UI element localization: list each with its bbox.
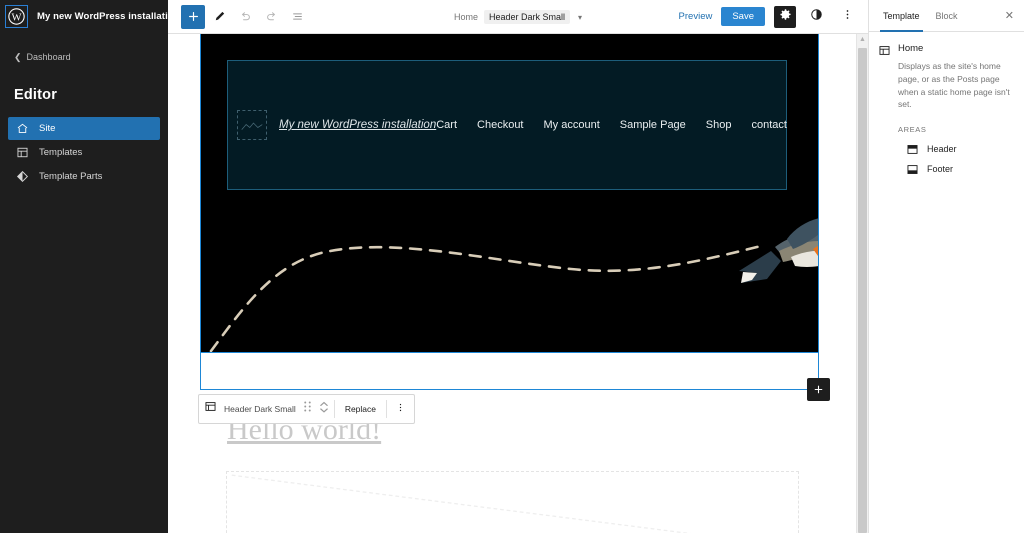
redo-button[interactable] <box>259 5 283 29</box>
settings-button[interactable] <box>774 5 796 28</box>
template-name: Home <box>898 43 924 54</box>
canvas-scrollbar[interactable]: ▲ <box>856 34 868 533</box>
nav-item-shop[interactable]: Shop <box>706 119 732 131</box>
top-bar-left-tools <box>168 4 309 29</box>
sidebar-section-title: Editor <box>14 87 58 103</box>
contrast-icon <box>810 8 823 26</box>
site-navigation: Cart Checkout My account Sample Page Sho… <box>436 119 787 131</box>
sidebar-item-site[interactable]: Site <box>8 117 160 140</box>
area-label: Footer <box>927 164 954 174</box>
block-toolbar: Header Dark Small Replace <box>198 394 415 424</box>
kebab-menu-icon <box>841 8 854 26</box>
site-editor-app: W My new WordPress installation ❮ Dashbo… <box>0 0 1024 533</box>
kebab-menu-icon <box>395 400 406 418</box>
template-description: Displays as the site's home page, or as … <box>898 61 1010 110</box>
svg-text:W: W <box>11 12 21 23</box>
sidebar-dashboard-label: Dashboard <box>26 52 71 62</box>
breadcrumb-home[interactable]: Home <box>454 12 478 22</box>
replace-button[interactable]: Replace <box>335 395 386 423</box>
options-menu-button[interactable] <box>836 6 858 28</box>
sidebar-item-template-parts[interactable]: Template Parts <box>8 165 160 188</box>
sidebar-item-label: Templates <box>39 147 83 158</box>
settings-inspector-panel: Template Block ✕ Home Displays as the si… <box>868 0 1024 533</box>
block-options-button[interactable] <box>387 395 414 423</box>
close-icon[interactable]: ✕ <box>1005 9 1018 22</box>
header-bird-illustration <box>201 191 818 352</box>
tab-block[interactable]: Block <box>928 0 966 32</box>
area-item-footer[interactable]: Footer <box>906 159 1015 179</box>
template-summary: Home <box>878 43 1015 57</box>
save-button[interactable]: Save <box>721 7 765 26</box>
block-movers[interactable] <box>319 399 329 420</box>
block-toolbar-label: Header Dark Small <box>224 404 296 414</box>
nav-item-contact[interactable]: contact <box>752 119 787 131</box>
sidebar-item-templates[interactable]: Templates <box>8 141 160 164</box>
home-icon <box>16 122 29 135</box>
site-title-link[interactable]: My new WordPress installation <box>279 119 436 131</box>
area-item-header[interactable]: Header <box>906 139 1015 159</box>
image-placeholder-icon[interactable] <box>237 110 267 140</box>
tab-template[interactable]: Template <box>875 0 928 32</box>
nav-item-sample-page[interactable]: Sample Page <box>620 119 686 131</box>
edit-tool-button[interactable] <box>207 5 231 29</box>
sidebar-item-label: Template Parts <box>39 171 103 182</box>
sidebar-header: W My new WordPress installation <box>0 0 180 33</box>
inspector-body: Home Displays as the site's home page, o… <box>869 32 1024 179</box>
editor-top-bar: Home Header Dark Small ▾ Preview Save <box>168 0 868 34</box>
editor-sidebar: W My new WordPress installation ❮ Dashbo… <box>0 0 180 533</box>
header-area-icon <box>906 143 919 156</box>
templates-icon <box>16 146 29 159</box>
drag-handle-icon[interactable] <box>303 400 312 418</box>
gear-icon <box>779 8 792 26</box>
template-icon <box>878 44 891 57</box>
template-part-icon <box>204 400 217 418</box>
canvas-area: My new WordPress installation Cart Check… <box>168 34 868 533</box>
block-selection-footer-strip[interactable] <box>200 353 830 401</box>
scrollbar-thumb[interactable] <box>858 48 867 533</box>
image-placeholder-icon[interactable] <box>226 471 799 533</box>
block-inserter-button[interactable] <box>807 378 830 401</box>
top-bar-right-tools: Preview Save <box>679 5 868 28</box>
footer-area-icon <box>906 163 919 176</box>
nav-item-checkout[interactable]: Checkout <box>477 119 523 131</box>
editor-canvas[interactable]: My new WordPress installation Cart Check… <box>168 34 856 533</box>
nav-item-cart[interactable]: Cart <box>436 119 457 131</box>
add-block-button[interactable] <box>181 4 205 29</box>
block-type-group[interactable]: Header Dark Small <box>199 395 334 423</box>
chevron-down-icon[interactable]: ▾ <box>578 13 582 22</box>
preview-button[interactable]: Preview <box>679 11 713 22</box>
nav-item-my-account[interactable]: My account <box>544 119 600 131</box>
sidebar-site-name: My new WordPress installation <box>37 11 180 22</box>
template-parts-icon <box>16 170 29 183</box>
sidebar-item-label: Site <box>39 123 56 134</box>
styles-button[interactable] <box>805 6 827 28</box>
editor-main: Home Header Dark Small ▾ Preview Save My… <box>168 0 868 533</box>
area-label: Header <box>927 144 957 154</box>
list-view-button[interactable] <box>285 5 309 29</box>
breadcrumb-template-pill[interactable]: Header Dark Small <box>483 10 571 24</box>
header-template-part-block[interactable]: My new WordPress installation Cart Check… <box>200 34 819 353</box>
undo-button[interactable] <box>233 5 257 29</box>
areas-section-label: AREAS <box>898 125 927 134</box>
triangle-up-icon[interactable]: ▲ <box>857 36 868 43</box>
inspector-tabs: Template Block ✕ <box>869 0 1024 32</box>
site-header-row: My new WordPress installation Cart Check… <box>227 60 787 190</box>
wordpress-logo-icon[interactable]: W <box>5 5 28 28</box>
sidebar-nav: Site Templates Template Parts <box>0 117 168 188</box>
chevron-left-icon: ❮ <box>14 51 22 62</box>
sidebar-dashboard-link[interactable]: ❮ Dashboard <box>0 49 168 65</box>
